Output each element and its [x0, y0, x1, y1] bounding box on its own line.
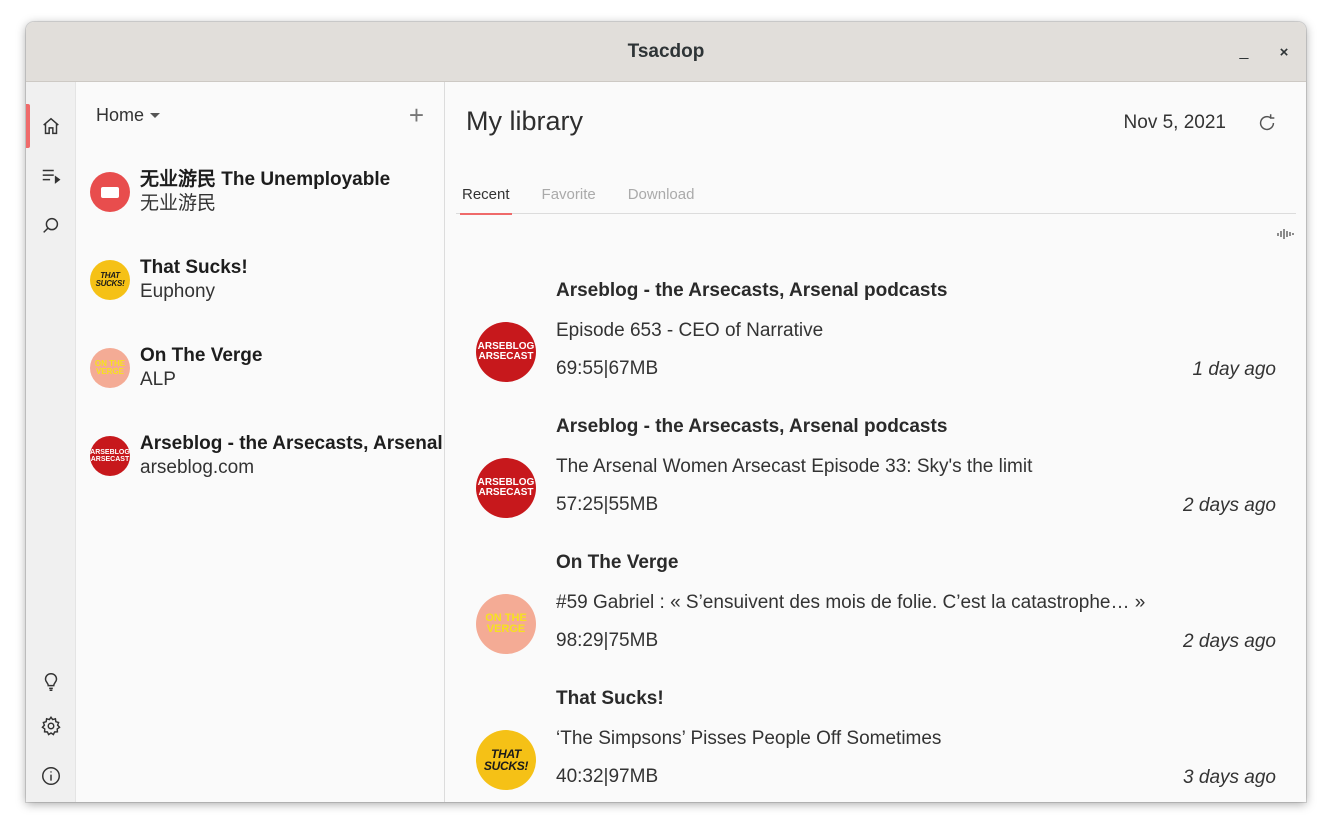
episode-age: 2 days ago — [1183, 495, 1276, 516]
title-bar: Tsacdop _ × — [26, 22, 1306, 82]
podcast-author: ALP — [140, 369, 176, 390]
rail-about[interactable] — [26, 754, 76, 798]
rail-playlist[interactable] — [26, 154, 76, 198]
episode-meta: 69:55|67MB — [556, 358, 659, 379]
library-tabs: Recent Favorite Download — [456, 174, 1296, 215]
episode-item[interactable]: ARSEBLOG ARSECAST Arseblog - the Arsecas… — [466, 272, 1276, 408]
playlist-icon — [42, 169, 61, 184]
episode-title: ‘The Simpsons’ Pisses People Off Sometim… — [556, 728, 942, 749]
podcast-item[interactable]: THAT SUCKS! That Sucks! Euphony — [90, 250, 444, 310]
podcast-sidebar: Home + 无业游民 The Unemployable 无业游民 THAT S… — [76, 82, 445, 802]
group-dropdown-label: Home — [96, 104, 145, 125]
episode-title: #59 Gabriel : « S’ensuivent des mois de … — [556, 592, 1146, 613]
episode-age: 1 day ago — [1192, 359, 1276, 380]
episode-show: That Sucks! — [556, 688, 664, 709]
window-title: Tsacdop — [627, 40, 705, 62]
chevron-down-icon — [150, 112, 161, 118]
episode-show: On The Verge — [556, 552, 679, 573]
close-button[interactable]: × — [1272, 40, 1296, 64]
podcast-item[interactable]: 无业游民 The Unemployable 无业游民 — [90, 162, 444, 222]
episode-meta: 40:32|97MB — [556, 766, 659, 787]
episode-show: Arseblog - the Arsecasts, Arsenal podcas… — [556, 280, 948, 301]
library-date: Nov 5, 2021 — [1123, 112, 1226, 133]
podcast-cover — [90, 172, 130, 212]
podcast-author: arseblog.com — [140, 457, 255, 478]
podcast-name: Arseblog - the Arsecasts, Arsenal — [140, 433, 443, 454]
podcast-author: 无业游民 — [140, 193, 217, 214]
page-title: My library — [466, 106, 584, 136]
sidebar-header: Home + — [96, 102, 424, 128]
gear-icon — [41, 716, 61, 736]
minimize-button[interactable]: _ — [1232, 40, 1256, 64]
podcast-cover: THAT SUCKS! — [90, 260, 130, 300]
episode-cover: ARSEBLOG ARSECAST — [476, 458, 536, 518]
episode-meta: 57:25|55MB — [556, 494, 659, 515]
podcast-item[interactable]: ARSEBLOG ARSECAST Arseblog - the Arsecas… — [90, 426, 444, 486]
rail-home[interactable] — [26, 104, 76, 148]
rail-settings[interactable] — [26, 704, 76, 748]
lightbulb-icon — [44, 673, 58, 691]
episode-item[interactable]: ARSEBLOG ARSECAST Arseblog - the Arsecas… — [466, 408, 1276, 544]
episode-cover: ON THE VERGE — [476, 594, 536, 654]
episode-show: Arseblog - the Arsecasts, Arsenal podcas… — [556, 416, 948, 437]
episode-age: 3 days ago — [1183, 767, 1276, 788]
rail-tips[interactable] — [26, 660, 76, 704]
group-dropdown[interactable]: Home — [96, 104, 161, 126]
episode-cover: THAT SUCKS! — [476, 730, 536, 790]
waveform-icon[interactable] — [1276, 224, 1296, 244]
episode-item[interactable]: ON THE VERGE On The Verge #59 Gabriel : … — [466, 544, 1276, 680]
app-window: Tsacdop _ × Home + 无业游民 The Unemployable… — [26, 22, 1306, 802]
tab-favorite[interactable]: Favorite — [536, 174, 602, 214]
plus-icon[interactable]: + — [409, 102, 424, 128]
podcast-name: 无业游民 The Unemployable — [140, 169, 391, 190]
home-icon — [43, 117, 59, 135]
podcast-cover: ARSEBLOG ARSECAST — [90, 436, 130, 476]
episode-age: 2 days ago — [1183, 631, 1276, 652]
nav-rail — [26, 82, 76, 802]
podcast-author: Euphony — [140, 281, 216, 302]
tab-download[interactable]: Download — [622, 174, 701, 214]
podcast-name: On The Verge — [140, 345, 263, 366]
podcast-name: That Sucks! — [140, 257, 248, 278]
library-panel: My library Nov 5, 2021 Recent Favorite D… — [446, 82, 1306, 802]
episode-item[interactable]: THAT SUCKS! That Sucks! ‘The Simpsons’ P… — [466, 680, 1276, 802]
rail-search[interactable] — [26, 204, 76, 248]
tab-recent[interactable]: Recent — [456, 174, 516, 215]
podcast-cover: ON THE VERGE — [90, 348, 130, 388]
info-icon — [42, 767, 60, 785]
refresh-icon[interactable] — [1256, 112, 1278, 134]
episode-meta: 98:29|75MB — [556, 630, 659, 651]
episode-title: Episode 653 - CEO of Narrative — [556, 320, 824, 341]
episode-title: The Arsenal Women Arsecast Episode 33: S… — [556, 456, 1033, 477]
search-icon — [43, 217, 59, 233]
podcast-item[interactable]: ON THE VERGE On The Verge ALP — [90, 338, 444, 398]
episode-cover: ARSEBLOG ARSECAST — [476, 322, 536, 382]
